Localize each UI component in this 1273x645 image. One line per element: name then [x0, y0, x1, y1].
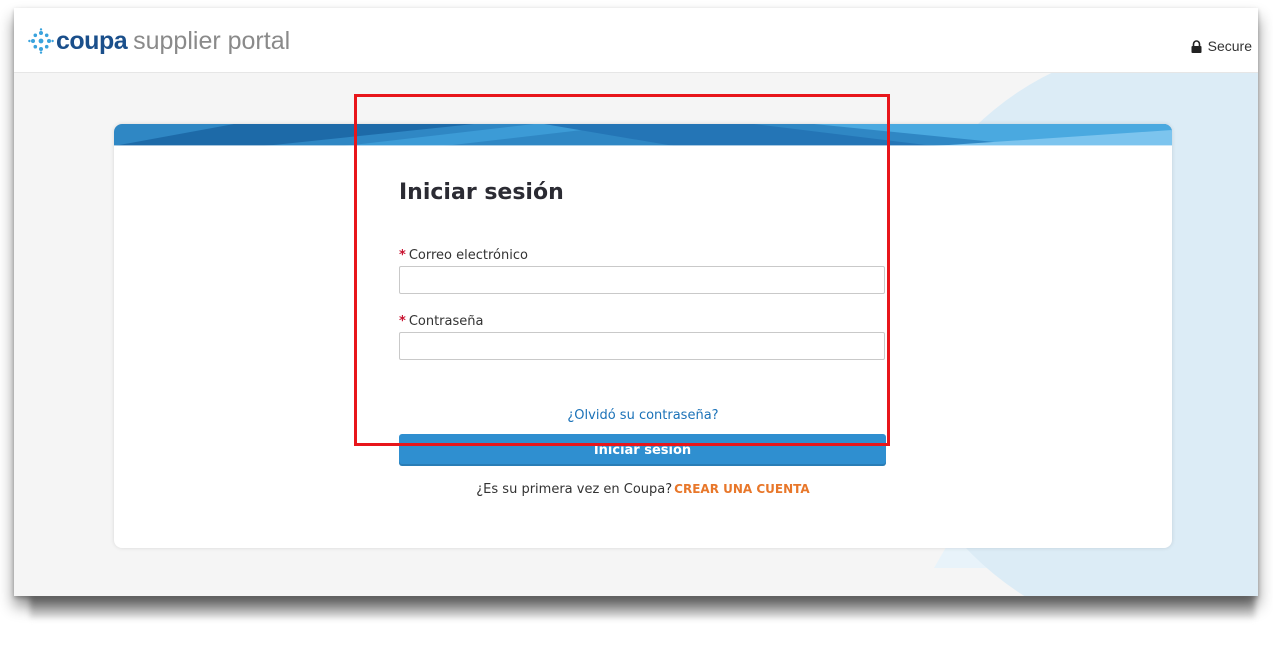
secure-indicator: Secure — [1191, 38, 1252, 54]
browser-page: coupa supplier portal Secure Iniciar ses… — [14, 8, 1258, 596]
logo-suffix-text: supplier portal — [133, 26, 291, 55]
lock-icon — [1191, 39, 1202, 53]
signup-prompt: ¿Es su primera vez en Coupa? CREAR UNA CU… — [399, 482, 887, 497]
create-account-link[interactable]: CREAR UNA CUENTA — [674, 482, 810, 496]
coupa-logo[interactable]: coupa supplier portal — [28, 26, 290, 56]
coupa-snowflake-icon — [28, 28, 54, 54]
frame-shadow — [30, 596, 1255, 618]
signup-prompt-text: ¿Es su primera vez en Coupa? — [476, 482, 673, 497]
secure-label: Secure — [1207, 38, 1252, 54]
logo-brand-text: coupa — [56, 26, 128, 55]
annotation-highlight-box — [354, 94, 890, 446]
top-header: coupa supplier portal Secure — [14, 8, 1258, 73]
